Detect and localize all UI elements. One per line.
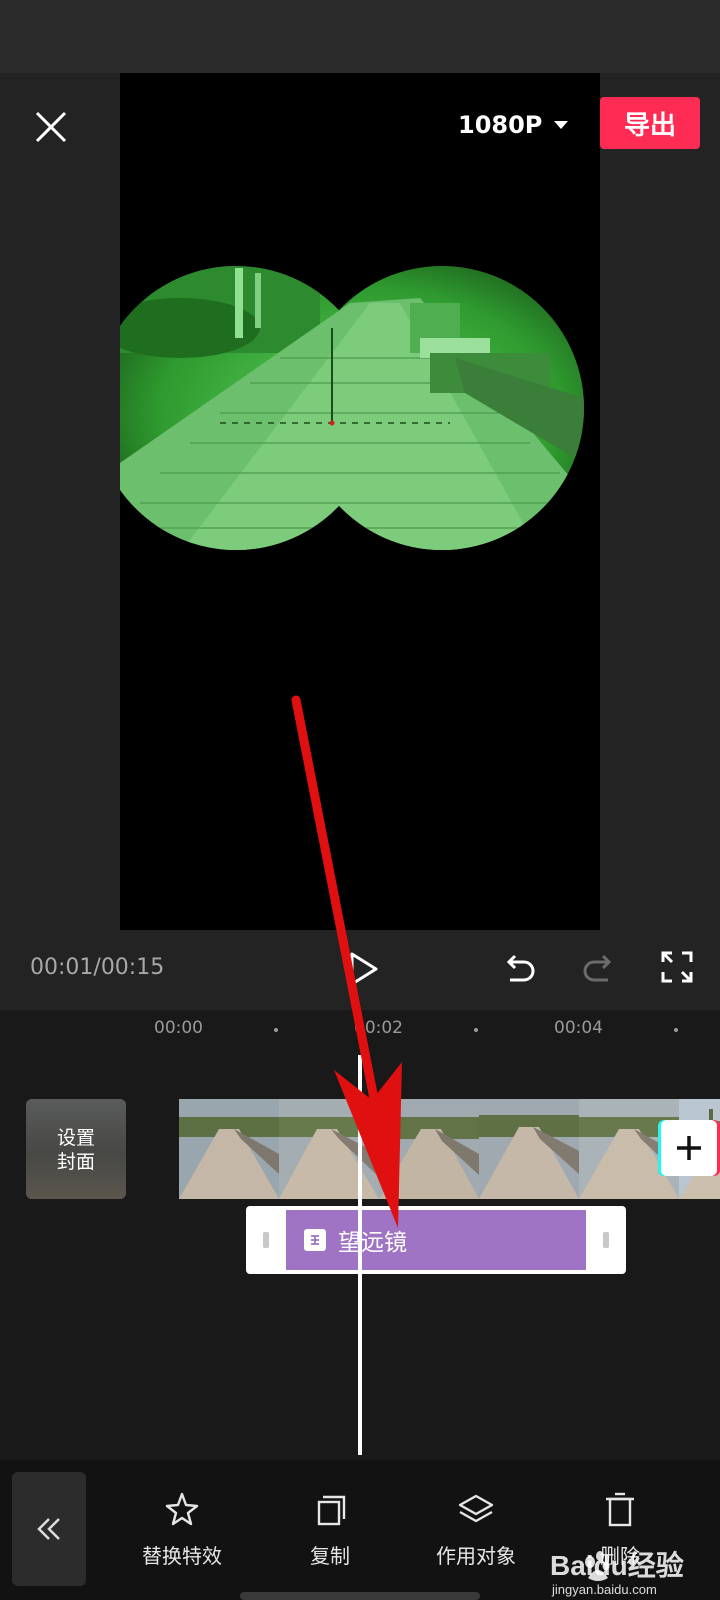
watermark-brand: Baidu经验 [550, 1550, 684, 1581]
video-preview[interactable] [120, 73, 600, 930]
close-button[interactable] [28, 104, 74, 150]
trim-handle-left[interactable] [263, 1232, 269, 1248]
fullscreen-icon [661, 951, 693, 983]
ruler-label: 00:04 [554, 1018, 603, 1038]
double-chevron-left-icon [37, 1518, 60, 1540]
home-indicator [240, 1592, 480, 1600]
redo-icon [583, 954, 612, 982]
video-frame [479, 1099, 579, 1199]
cover-label: 设置 封面 [26, 1126, 126, 1174]
cover-label-line1: 设置 [56, 1127, 95, 1149]
playhead[interactable] [358, 1055, 362, 1455]
cover-label-line2: 封面 [56, 1151, 95, 1173]
apply-target-button[interactable]: 作用对象 [416, 1490, 536, 1569]
sparkle-star-icon [165, 1492, 199, 1526]
tool-label: 作用对象 [436, 1544, 516, 1568]
video-track[interactable] [179, 1099, 720, 1199]
undo-icon [506, 954, 535, 982]
trim-handle-right[interactable] [603, 1232, 609, 1248]
video-frame [379, 1099, 479, 1199]
ruler-dot [274, 1028, 278, 1032]
export-button[interactable]: 导出 [600, 97, 700, 149]
tool-label: 复制 [310, 1544, 350, 1568]
layers-icon [458, 1494, 494, 1523]
copy-icon [317, 1495, 346, 1526]
effect-clip[interactable]: 望远镜 [246, 1206, 626, 1274]
replace-effect-button[interactable]: 替换特效 [122, 1490, 242, 1569]
effect-name: 望远镜 [338, 1230, 407, 1256]
effect-type-icon [311, 1235, 319, 1245]
baidu-watermark: Baidu经验 jingyan.baidu.com [550, 1542, 720, 1600]
watermark-url: jingyan.baidu.com [552, 1582, 657, 1597]
resolution-label: 1080P [458, 111, 543, 139]
play-icon [350, 952, 378, 986]
add-clip-button[interactable] [661, 1120, 717, 1176]
video-frame [279, 1099, 379, 1199]
ruler-dot [474, 1028, 478, 1032]
redo-button[interactable] [580, 950, 618, 988]
collapse-back-button[interactable] [12, 1472, 86, 1586]
close-icon [35, 111, 67, 143]
playback-time: 00:01/00:15 [30, 955, 165, 980]
status-bar [0, 0, 720, 73]
ruler-dot [674, 1028, 678, 1032]
play-button[interactable] [346, 950, 380, 988]
ruler-label: 00:00 [154, 1018, 203, 1038]
trash-icon [606, 1492, 634, 1527]
effect-badge [304, 1229, 326, 1251]
fullscreen-button[interactable] [660, 950, 694, 984]
resolution-dropdown[interactable]: 1080P [458, 108, 569, 142]
night-vision-frame [120, 266, 584, 550]
caret-down-icon [554, 121, 569, 129]
copy-button[interactable]: 复制 [270, 1490, 390, 1569]
set-cover-button[interactable]: 设置 封面 [26, 1099, 126, 1199]
effect-clip-body[interactable]: 望远镜 [286, 1210, 586, 1270]
ruler-label: 00:02 [354, 1018, 403, 1038]
plus-icon [677, 1136, 701, 1160]
video-frame [179, 1099, 279, 1199]
undo-button[interactable] [500, 950, 538, 988]
tool-label: 替换特效 [142, 1544, 222, 1568]
